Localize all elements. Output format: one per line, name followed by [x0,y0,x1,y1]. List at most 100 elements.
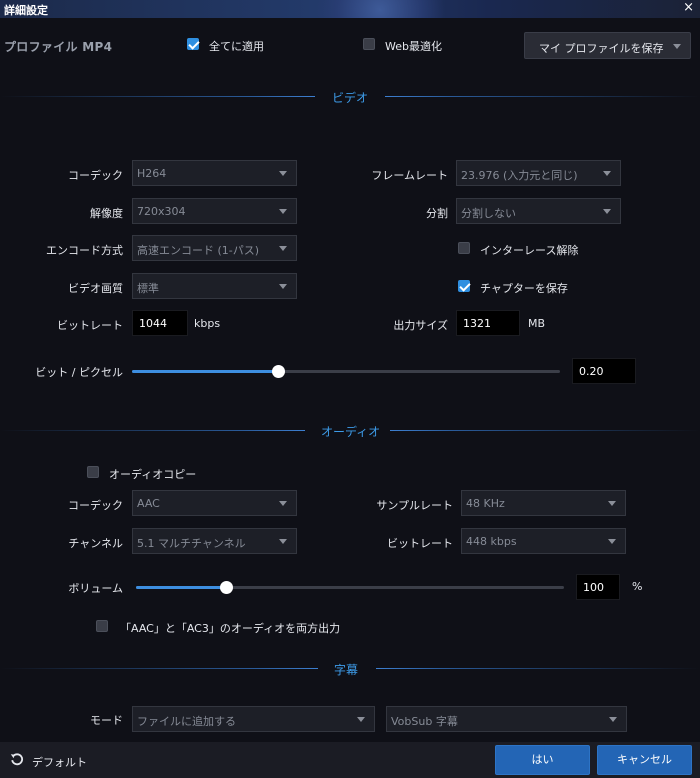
channels-label: チャンネル [68,537,123,550]
keep-chapters-checkbox[interactable] [458,280,470,292]
divider [390,430,700,431]
audio-copy-checkbox[interactable] [87,466,99,478]
chevron-down-icon [357,717,365,722]
audio-bitrate-select[interactable]: 448 kbps [461,528,626,554]
chevron-down-icon [608,501,616,506]
audio-bitrate-label: ビットレート [387,537,453,550]
slider-fill [136,586,226,589]
encode-method-value: 高速エンコード (1-パス) [137,244,260,257]
cancel-button[interactable]: キャンセル [597,745,692,775]
title-bar: 詳細設定 × [0,0,700,18]
divider [0,668,318,669]
samplerate-select[interactable]: 48 KHz [461,490,626,516]
samplerate-label: サンプルレート [376,499,453,512]
audio-codec-label: コーデック [68,499,123,512]
video-bitrate-input[interactable]: 1044 [132,310,188,336]
split-value: 分割しない [461,207,516,220]
subtitle-mode-select[interactable]: ファイルに追加する [132,706,375,732]
volume-unit: % [632,580,643,593]
chevron-down-icon [279,284,287,289]
default-label: デフォルト [32,756,87,769]
resolution-value: 720x304 [137,205,186,218]
output-size-value: 1321 [463,317,491,330]
resolution-select[interactable]: 720x304 [132,198,297,224]
slider-handle[interactable] [271,365,285,378]
divider [376,668,700,669]
chevron-down-icon [603,209,611,214]
video-section-title: ビデオ [332,91,369,105]
divider [0,96,315,97]
audio-codec-select[interactable]: AAC [132,490,297,516]
volume-label: ボリューム [68,582,123,595]
resolution-label: 解像度 [90,207,123,220]
output-size-label: 出力サイズ [393,319,448,332]
split-label: 分割 [426,207,448,220]
profile-label: プロファイル MP4 [4,40,113,54]
encode-method-label: エンコード方式 [46,244,123,257]
video-codec-value: H264 [137,167,167,180]
channels-select[interactable]: 5.1 マルチチャンネル [132,528,297,554]
subtitle-format-value: VobSub 字幕 [391,715,458,728]
bits-per-pixel-value: 0.20 [579,365,604,378]
web-optimize-label: Web最適化 [385,40,442,53]
apply-all-label: 全てに適用 [209,40,264,53]
subtitle-mode-label: モード [90,714,123,727]
ok-button[interactable]: はい [495,745,590,775]
bits-per-pixel-input[interactable]: 0.20 [572,358,636,384]
video-quality-select[interactable]: 標準 [132,273,297,299]
close-icon[interactable]: × [683,0,694,15]
volume-slider[interactable] [136,581,564,594]
chevron-down-icon [609,717,617,722]
reset-icon [10,753,24,766]
framerate-label: フレームレート [371,169,448,182]
chevron-down-icon [279,246,287,251]
chevron-down-icon [279,501,287,506]
chevron-down-icon [603,171,611,176]
subtitle-mode-value: ファイルに追加する [137,715,236,728]
volume-input[interactable]: 100 [576,574,620,600]
apply-all-checkbox[interactable] [187,38,199,50]
split-select[interactable]: 分割しない [456,198,621,224]
chevron-down-icon [279,171,287,176]
output-size-input[interactable]: 1321 [456,310,520,336]
video-quality-value: 標準 [137,282,159,295]
subtitle-format-select[interactable]: VobSub 字幕 [386,706,627,732]
bits-per-pixel-label: ビット / ピクセル [35,366,123,379]
chevron-down-icon [279,539,287,544]
audio-codec-value: AAC [137,497,160,510]
save-profile-button[interactable]: マイ プロファイルを保存 [524,32,691,59]
dual-output-checkbox[interactable] [96,620,108,632]
bits-per-pixel-slider[interactable] [132,365,560,378]
video-codec-label: コーデック [68,169,123,182]
video-quality-label: ビデオ画質 [68,282,123,295]
video-bitrate-value: 1044 [139,317,167,330]
output-size-unit: MB [528,317,546,330]
audio-section-title: オーディオ [321,425,381,439]
save-profile-label: マイ プロファイルを保存 [539,42,664,55]
divider [0,430,305,431]
channels-value: 5.1 マルチチャンネル [137,537,246,550]
dual-output-label: 「AAC」と「AC3」のオーディオを両方出力 [120,622,341,635]
window-title: 詳細設定 [4,4,48,17]
volume-value: 100 [583,581,604,594]
slider-handle[interactable] [219,581,233,594]
divider [385,96,700,97]
audio-bitrate-value: 448 kbps [466,535,517,548]
audio-copy-label: オーディオコピー [109,468,197,481]
chevron-down-icon [608,539,616,544]
subtitles-section-title: 字幕 [334,663,359,677]
chevron-down-icon [673,44,681,49]
framerate-select[interactable]: 23.976 (入力元と同じ) [456,160,621,186]
video-bitrate-unit: kbps [194,317,221,330]
title-decoration [300,0,460,18]
deinterlace-label: インターレース解除 [480,244,579,257]
footer-bar: デフォルト はい キャンセル [0,742,700,778]
chevron-down-icon [279,209,287,214]
video-codec-select[interactable]: H264 [132,160,297,186]
web-optimize-checkbox[interactable] [363,38,375,50]
slider-fill [132,370,278,373]
framerate-value: 23.976 (入力元と同じ) [461,169,578,182]
encode-method-select[interactable]: 高速エンコード (1-パス) [132,235,297,261]
video-bitrate-label: ビットレート [57,319,123,332]
deinterlace-checkbox[interactable] [458,242,470,254]
